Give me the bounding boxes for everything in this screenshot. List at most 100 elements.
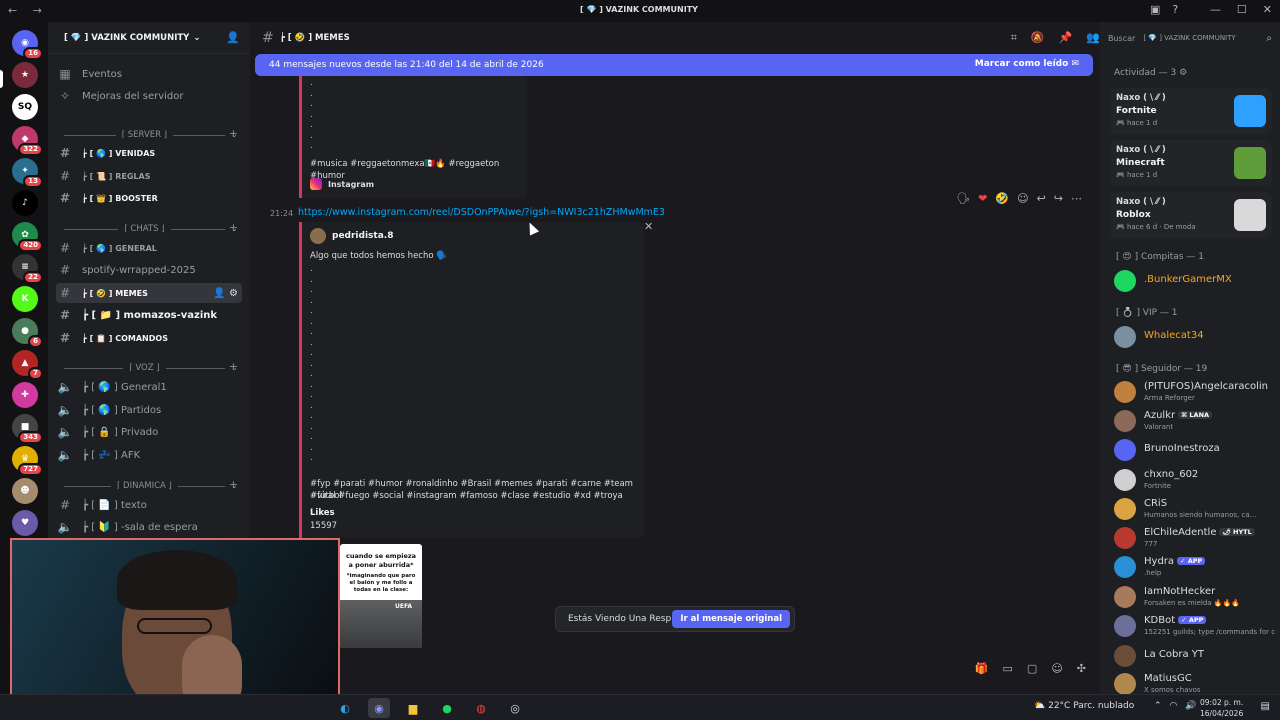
server-icon[interactable]: ♥ — [12, 510, 38, 536]
add-channel-icon[interactable]: + — [229, 360, 238, 373]
threads-icon[interactable]: ⌗ — [1011, 31, 1017, 45]
jump-to-original-button[interactable]: Ir al mensaje original — [672, 610, 790, 628]
system-tray[interactable]: ⌃ ◠ 🔊 — [1154, 701, 1197, 711]
member-item[interactable]: KDBot ✓ APP 152251 guilds; type /commands … — [1114, 612, 1276, 638]
member-item[interactable]: Azulkr ⌘ LANA Valorant — [1114, 407, 1276, 433]
reply-icon[interactable]: ↩ — [1037, 192, 1046, 205]
channel-comandos[interactable]: # ┢ [ 📋 ] COMANDOS — [56, 328, 242, 348]
gif-icon[interactable]: ▭ — [1003, 662, 1013, 675]
voice-general1[interactable]: 🔈 ┢ [ 🌎 ] General1 — [56, 377, 242, 397]
server-icon[interactable]: ◆ 322 — [12, 126, 43, 156]
notifications-icon[interactable]: ▤ — [1261, 701, 1270, 712]
server-icon[interactable]: ✦ 13 — [12, 158, 43, 188]
add-reaction-icon[interactable]: ☺ — [1017, 192, 1028, 205]
sticker-icon[interactable]: ▢ — [1027, 662, 1037, 675]
category-server[interactable]: ⌈ SERVER ⌋ ⌄ + — [58, 127, 238, 142]
member-item[interactable]: La Cobra YT — [1114, 642, 1276, 668]
server-boosts-item[interactable]: ✧ Mejoras del servidor — [56, 86, 242, 106]
voice-privado[interactable]: 🔈 ┢ [ 🔒 ] Privado — [56, 422, 242, 442]
clock[interactable]: 09:02 p. m. 16/04/2026 — [1200, 697, 1243, 719]
guild-header[interactable]: [ 💎 ] VAZINK COMMUNITY ⌄ 👤 — [48, 22, 250, 54]
member-item[interactable]: .BunkerGamerMX — [1114, 267, 1276, 293]
speaking-head-reaction[interactable]: 🗣 — [956, 192, 970, 205]
category-voz[interactable]: ⌈ VOZ ⌋ ⌄ + — [58, 360, 238, 375]
member-item[interactable]: chxno_602 Fortnite — [1114, 466, 1276, 492]
chevron-up-icon[interactable]: ⌃ — [1154, 701, 1162, 711]
member-item[interactable]: BrunoInestroza — [1114, 436, 1276, 462]
voice-partidos[interactable]: 🔈 ┢ [ 🌎 ] Partidos — [56, 400, 242, 420]
server-icon[interactable]: ■ 343 — [12, 414, 43, 444]
member-item[interactable]: Hydra ✓ APP .help — [1114, 553, 1276, 579]
discord-taskbar-icon[interactable]: ◉ — [368, 698, 390, 718]
activity-card[interactable]: Naxo ( \ ⁄⁄ ) Minecraft 🎮 hace 1 d — [1110, 140, 1272, 186]
channel-memes[interactable]: # ┢ [ 🤣 ] MEMES 👤 ⚙ — [56, 283, 242, 303]
laugh-reaction[interactable]: 🤣 — [995, 192, 1009, 205]
add-channel-icon[interactable]: + — [229, 221, 238, 234]
emoji-icon[interactable]: ☺ — [1051, 662, 1062, 675]
embed-author[interactable]: pedridista.8 — [310, 228, 393, 244]
server-icon[interactable]: SQ — [12, 94, 38, 120]
file-explorer-icon[interactable]: ▆ — [402, 698, 424, 718]
add-channel-icon[interactable]: + — [229, 478, 238, 491]
forward-icon[interactable]: ↪ — [1054, 192, 1063, 205]
embed-source[interactable]: Instagram — [310, 178, 374, 190]
member-item[interactable]: MatiusGC X somos chavos — [1114, 670, 1276, 696]
close-window-button[interactable]: ✕ — [1263, 3, 1272, 16]
channel-momazos-vazink[interactable]: # ┢ [ 📁 ] momazos-vazink — [56, 305, 242, 325]
category-chats[interactable]: ⌈ CHATS ⌋ ⌄ + — [58, 221, 238, 236]
embed-thumbnail[interactable]: cuando se empieza a poner aburrida* *ima… — [340, 544, 422, 648]
server-icon[interactable]: ● 6 — [12, 318, 43, 348]
member-item[interactable]: (PITUFOS)Angelcaracolin Arma Reforger — [1114, 378, 1276, 404]
minimize-button[interactable]: — — [1210, 3, 1221, 16]
channel-general[interactable]: # ┢ [ 🌎 ] GENERAL — [56, 238, 242, 258]
chrome-icon[interactable]: ◍ — [470, 698, 492, 718]
channel-texto[interactable]: # ┢ [ 📄 ] texto — [56, 495, 242, 515]
help-icon[interactable]: ? — [1172, 3, 1178, 16]
server-icon[interactable]: ≡ 22 — [12, 254, 43, 284]
close-embed-icon[interactable]: ✕ — [644, 220, 653, 233]
channel-reglas[interactable]: # ┢ [ 📜 ] REGLAS — [56, 166, 242, 186]
weather-widget[interactable]: ⛅ 22°C Parc. nublado — [1034, 701, 1134, 711]
heart-reaction[interactable]: ❤ — [978, 192, 987, 205]
member-item[interactable]: ElChileAdentle 🌶 HYTL 777 — [1114, 524, 1276, 550]
instagram-link[interactable]: https://www.instagram.com/reel/DSDOnPPAI… — [298, 207, 665, 218]
server-icon[interactable]: K — [12, 286, 38, 312]
server-icon[interactable]: ♛ 727 — [12, 446, 43, 476]
member-item[interactable]: IamNotHecker Forsaken es mielda 🔥🔥🔥 — [1114, 583, 1276, 609]
mute-icon[interactable]: 🔕 — [1031, 31, 1045, 45]
channel-booster[interactable]: # ┢ [ 👑 ] BOOSTER — [56, 188, 242, 208]
member-item[interactable]: CRiS Humanos siendo humanos, ca... — [1114, 495, 1276, 521]
apps-icon[interactable]: ✣ — [1077, 662, 1086, 675]
invite-people-icon[interactable]: 👤 — [213, 288, 225, 299]
voice-afk[interactable]: 🔈 ┢ [ 💤 ] AFK — [56, 445, 242, 465]
server-icon[interactable]: ✚ — [12, 382, 38, 408]
server-icon[interactable]: ★ — [12, 62, 38, 88]
spotify-icon[interactable]: ● — [436, 698, 458, 718]
history-nav-arrows[interactable]: ← → — [8, 4, 48, 17]
pin-icon[interactable]: 📌 — [1059, 31, 1073, 45]
more-icon[interactable]: ⋯ — [1071, 192, 1082, 205]
channel-venidas[interactable]: # ┢ [ 🌎 ] VENIDAS — [56, 143, 242, 163]
member-item[interactable]: Whalecat34 — [1114, 323, 1276, 349]
member-list-icon[interactable]: 👥 — [1086, 31, 1100, 45]
server-icon[interactable]: ▲ 7 — [12, 350, 43, 380]
voice-sala-de-espera[interactable]: 🔈 ┢ [ 🔰 ] -sala de espera — [56, 517, 242, 537]
gear-icon[interactable]: ⚙ — [1179, 68, 1187, 78]
volume-icon[interactable]: 🔊 — [1185, 701, 1196, 711]
events-item[interactable]: ▦ Eventos — [56, 64, 242, 84]
network-icon[interactable]: ◠ — [1170, 701, 1178, 711]
gear-icon[interactable]: ⚙ — [229, 288, 238, 299]
gift-icon[interactable]: 🎁 — [975, 662, 989, 675]
maximize-button[interactable]: ☐ — [1237, 3, 1247, 16]
category-dinamica[interactable]: ⌈ DINAMICA ⌋ ⌄ + — [58, 478, 238, 493]
mark-as-read-button[interactable]: Marcar como leído ✉ — [975, 59, 1079, 69]
channel-spotify-wrrapped[interactable]: # spotify-wrrapped-2025 — [56, 260, 242, 280]
invite-people-icon[interactable]: 👤 — [226, 31, 240, 44]
add-channel-icon[interactable]: + — [229, 127, 238, 140]
activity-card[interactable]: Naxo ( \ ⁄⁄ ) Roblox 🎮 hace 6 d · De moda — [1110, 192, 1272, 238]
server-icon[interactable]: ✿ 420 — [12, 222, 43, 252]
activity-card[interactable]: Naxo ( \ ⁄⁄ ) Fortnite 🎮 hace 1 d — [1110, 88, 1272, 134]
new-messages-bar[interactable]: 44 mensajes nuevos desde las 21:40 del 1… — [255, 54, 1093, 76]
inbox-icon[interactable]: ▣ — [1150, 3, 1160, 16]
server-icon[interactable]: ☻ — [12, 478, 38, 504]
